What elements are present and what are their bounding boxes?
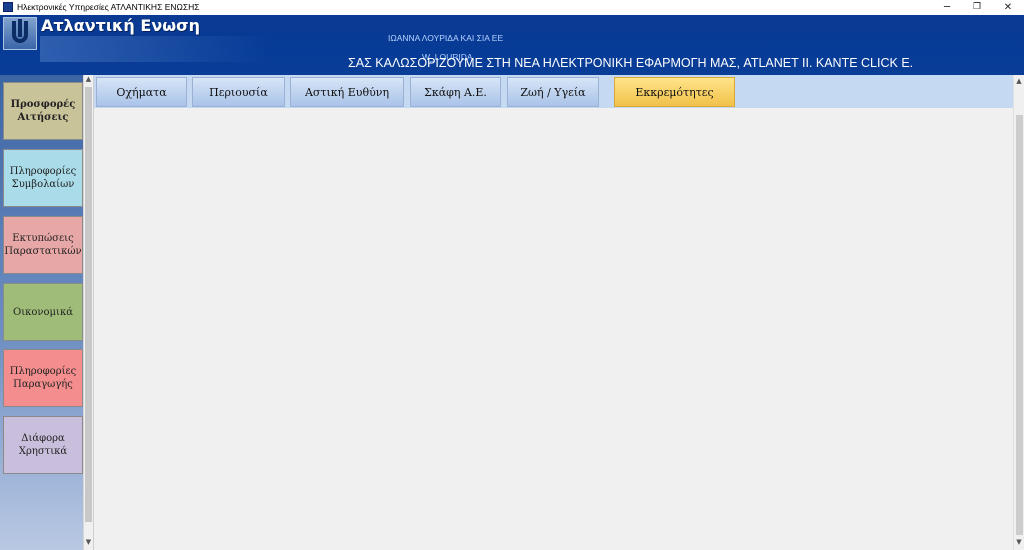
tab-0[interactable]: Οχήματα xyxy=(96,77,187,107)
brand-glow xyxy=(40,36,270,62)
sidebar-scroll-down-icon[interactable]: ▼ xyxy=(84,538,93,546)
minimize-button[interactable]: ─ xyxy=(932,0,962,15)
brand-name: Ατλαντική Ενωση xyxy=(41,16,200,35)
tab-5[interactable]: Εκκρεμότητες xyxy=(614,77,735,107)
sidebar-item[interactable]: Πληροφορίες Παραγωγής xyxy=(3,349,83,407)
maximize-button[interactable]: ❐ xyxy=(962,0,992,15)
product-tab-strip: Οχήματα Περιουσία Αστική Ευθύνη Σκάφη Α.Ε. Ζ… xyxy=(94,75,1014,108)
main-scroll-up-icon[interactable]: ▲ xyxy=(1014,77,1024,85)
sidebar-scroll-up-icon[interactable]: ▲ xyxy=(84,75,93,83)
tab-2[interactable]: Αστική Ευθύνη xyxy=(290,77,404,107)
main-panel: Οχήματα Περιουσία Αστική Ευθύνη Σκάφη Α.Ε. Ζ… xyxy=(93,75,1014,550)
company-logo xyxy=(3,17,37,50)
window-titlebar: Ηλεκτρονικές Υπηρεσίες ΑΤΛΑΝΤΙΚΗΣ ΕΝΩΣΗΣ… xyxy=(0,0,1024,16)
app-icon xyxy=(3,2,13,12)
sidebar-item[interactable]: Εκτυπώσεις Παραστατικών xyxy=(3,216,83,274)
tab-content-area xyxy=(94,108,1014,550)
main-scrollbar[interactable]: ▲ ▼ xyxy=(1013,75,1024,550)
sidebar-scroll-thumb[interactable] xyxy=(85,87,92,522)
tab-1[interactable]: Περιουσία xyxy=(192,77,285,107)
sidebar-item[interactable]: Οικονομικά xyxy=(3,283,83,341)
tab-4[interactable]: Ζωή / Υγεία xyxy=(507,77,599,107)
sidebar-item[interactable]: Πληροφορίες Συμβολαίων xyxy=(3,149,83,207)
sidebar-scrollbar[interactable]: ▲ ▼ xyxy=(83,75,93,550)
window-title: Ηλεκτρονικές Υπηρεσίες ΑΤΛΑΝΤΙΚΗΣ ΕΝΩΣΗΣ xyxy=(17,2,200,12)
sidebar-item[interactable]: Προσφορές Αιτήσεις xyxy=(3,82,83,140)
close-button[interactable]: ✕ xyxy=(993,0,1023,15)
main-scroll-thumb[interactable] xyxy=(1016,115,1023,535)
tab-3[interactable]: Σκάφη Α.Ε. xyxy=(410,77,501,107)
main-scroll-down-icon[interactable]: ▼ xyxy=(1014,538,1024,546)
agent-company-name: ΙΩΑΝΝΑ ΛΟΥΡΙΔΑ ΚΑΙ ΣΙΑ ΕΕ xyxy=(388,33,504,43)
sidebar-item[interactable]: Διάφορα Χρηστικά xyxy=(3,416,83,474)
welcome-marquee: ΣΑΣ ΚΑΛΩΣΟΡΙΖΟΥΜΕ ΣΤΗ ΝΕΑ ΗΛΕΚΤΡΟΝΙΚΗ ΕΦ… xyxy=(348,56,914,70)
